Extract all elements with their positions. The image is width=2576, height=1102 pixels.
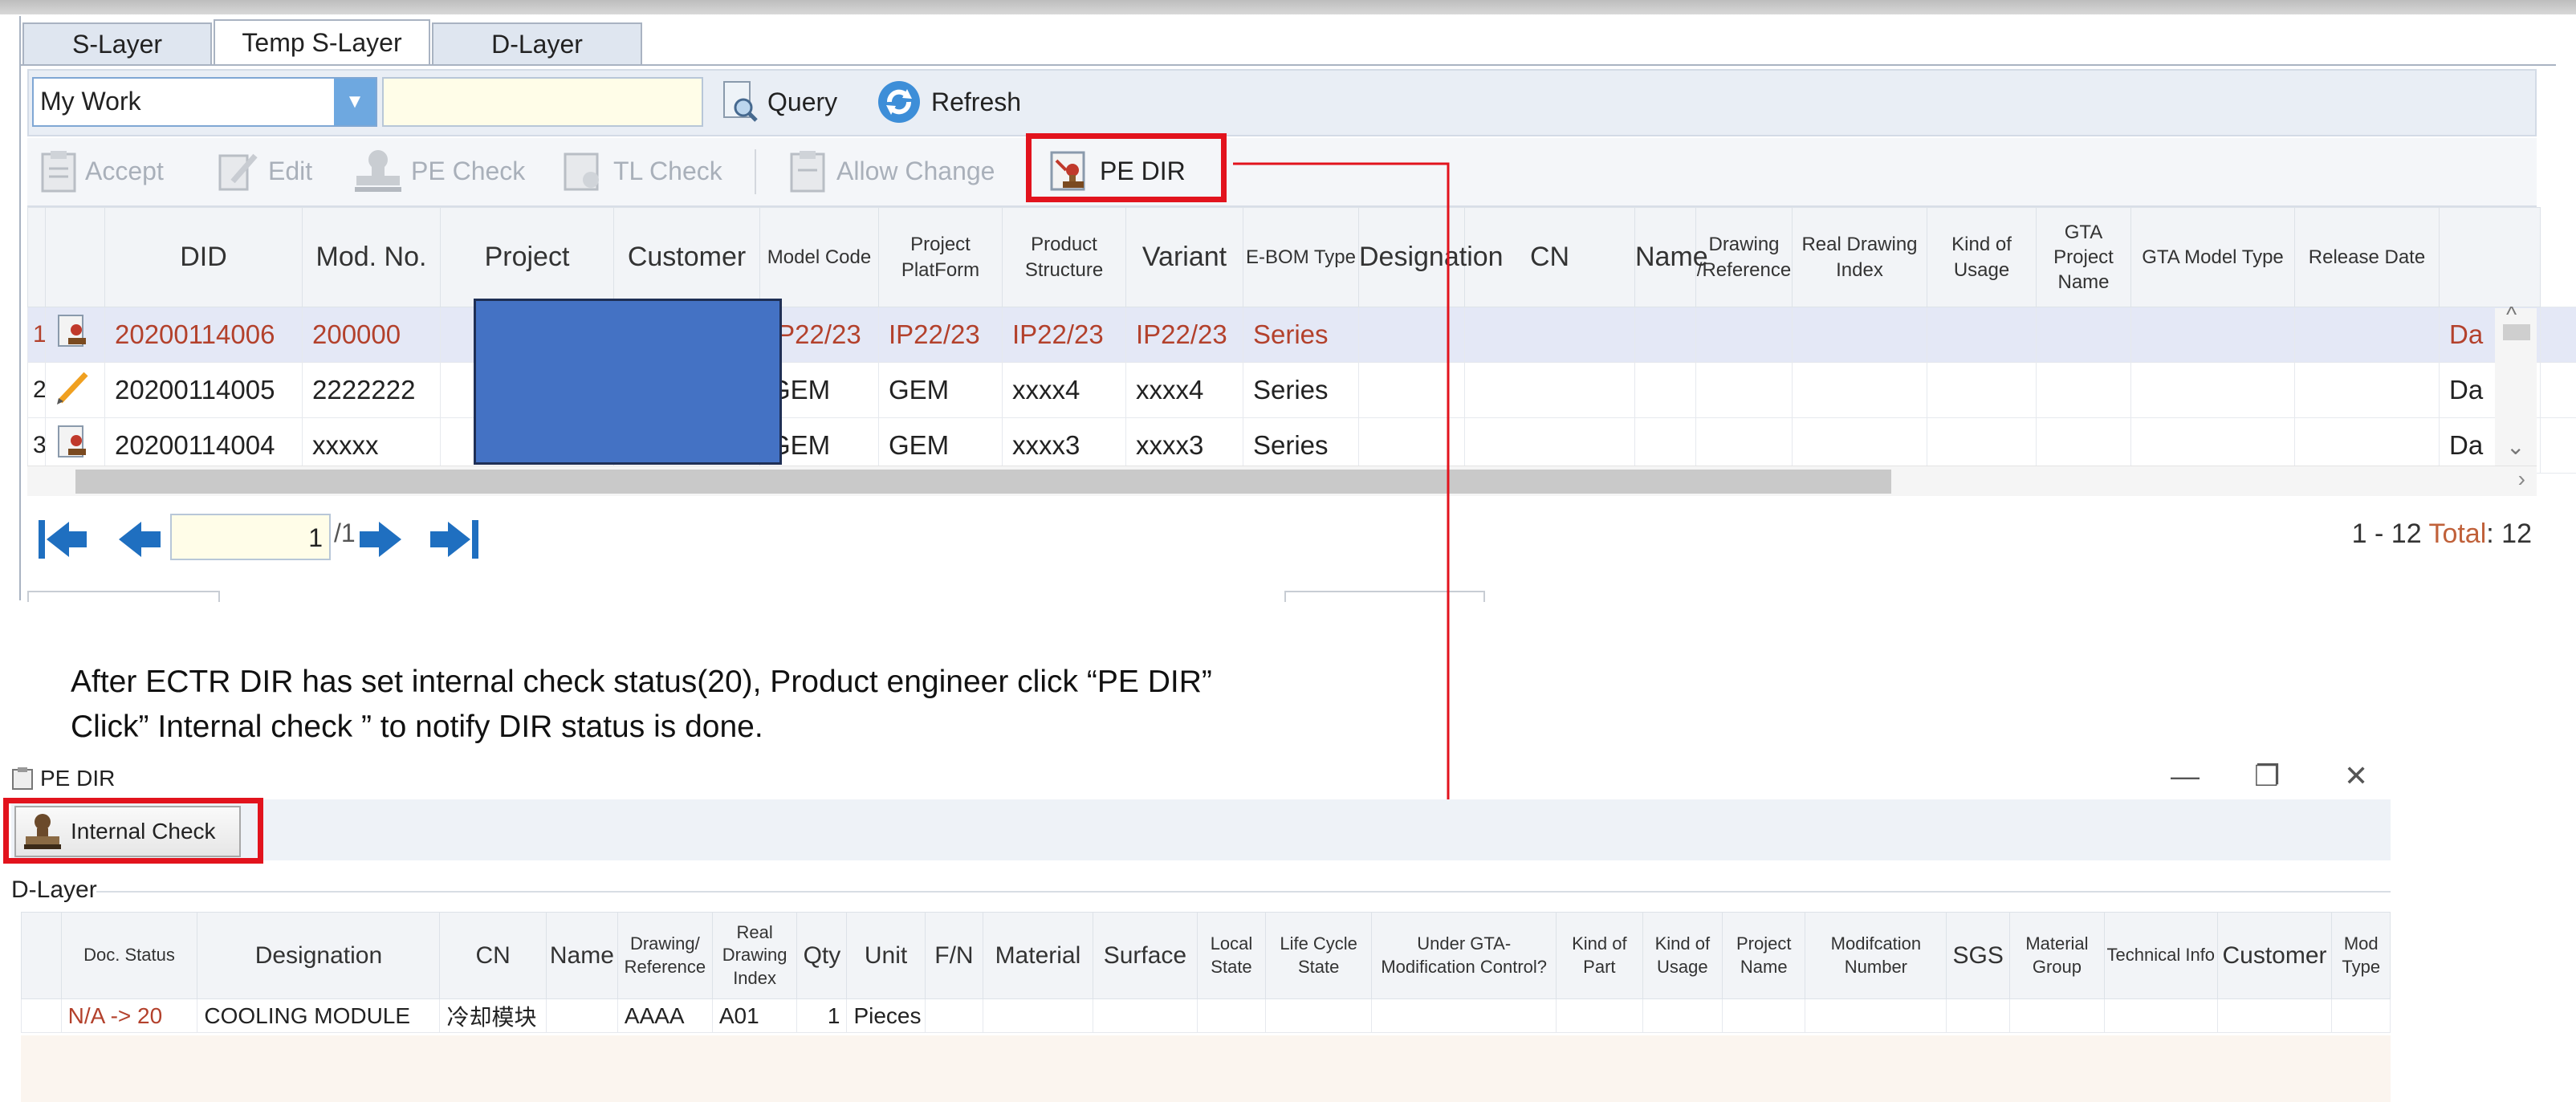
- header-drawing-reference[interactable]: Drawing/ Reference: [617, 912, 713, 999]
- dialog-title: PE DIR: [11, 766, 115, 791]
- dialog-title-text: PE DIR: [40, 766, 116, 791]
- table-row[interactable]: N/A -> 20 COOLING MODULE 冷却模块 AAAA A01 1…: [21, 998, 2391, 1033]
- header-project-name[interactable]: Project Name: [1721, 912, 1806, 999]
- cell-name: [545, 998, 618, 1033]
- header-real-drawing-index[interactable]: Real Drawing Index: [711, 912, 798, 999]
- clipboard-icon: [12, 767, 33, 790]
- header-fn[interactable]: F/N: [924, 912, 984, 999]
- header-modification-number[interactable]: Modifcation Number: [1805, 912, 1947, 999]
- header-surface[interactable]: Surface: [1092, 912, 1198, 999]
- header-kind-of-usage[interactable]: Kind of Usage: [1642, 912, 1723, 999]
- cell-qty: 1: [796, 998, 848, 1033]
- cell-doc-status: N/A -> 20: [60, 998, 198, 1033]
- table-empty-area: [21, 1035, 2391, 1102]
- header-technical-info[interactable]: Technical Info: [2103, 912, 2218, 999]
- dialog-toolbar: [11, 799, 2391, 860]
- header-customer[interactable]: Customer: [2216, 912, 2333, 999]
- header-unit[interactable]: Unit: [846, 912, 926, 999]
- minimize-icon[interactable]: —: [2171, 759, 2200, 793]
- internal-check-highlight: [3, 798, 263, 864]
- section-divider: [96, 891, 2391, 893]
- restore-icon[interactable]: ❐: [2254, 759, 2280, 793]
- header-kind-of-part[interactable]: Kind of Part: [1556, 912, 1643, 999]
- header-local-state[interactable]: Local State: [1197, 912, 1266, 999]
- header-designation[interactable]: Designation: [197, 912, 441, 999]
- header-life-cycle-state[interactable]: Life Cycle State: [1264, 912, 1373, 999]
- header-sgs[interactable]: SGS: [1946, 912, 2010, 999]
- close-icon[interactable]: ✕: [2344, 759, 2368, 793]
- header-doc-status[interactable]: Doc. Status: [60, 912, 198, 999]
- cell-unit: Pieces: [846, 998, 926, 1033]
- cell-designation: COOLING MODULE: [197, 998, 441, 1033]
- cell-drawing-index: A01: [711, 998, 798, 1033]
- header-cn[interactable]: CN: [439, 912, 547, 999]
- header-selector: [21, 912, 62, 999]
- header-name[interactable]: Name: [545, 912, 618, 999]
- header-qty[interactable]: Qty: [796, 912, 848, 999]
- d-layer-table: Doc. Status Designation CN Name Drawing/…: [21, 912, 2391, 1033]
- header-gta-modification[interactable]: Under GTA-Modification Control?: [1371, 912, 1557, 999]
- d-layer-section-title: D-Layer: [11, 876, 97, 903]
- row-selector[interactable]: [21, 998, 62, 1033]
- cell-drawing: AAAA: [617, 998, 713, 1033]
- table-header-row: Doc. Status Designation CN Name Drawing/…: [21, 912, 2391, 999]
- cell-cn: 冷却模块: [439, 998, 547, 1033]
- header-mod-type[interactable]: Mod Type: [2331, 912, 2391, 999]
- header-material-group[interactable]: Material Group: [2008, 912, 2105, 999]
- header-material[interactable]: Material: [983, 912, 1093, 999]
